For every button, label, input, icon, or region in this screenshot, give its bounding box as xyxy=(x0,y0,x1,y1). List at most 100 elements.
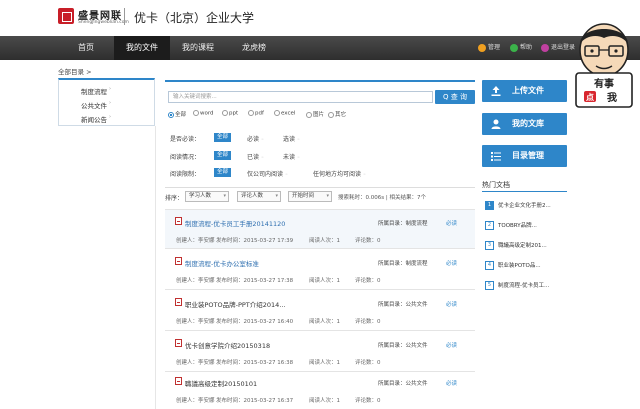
file-type-word[interactable]: word xyxy=(193,110,214,117)
info-icon: ◦ xyxy=(260,137,264,143)
limit-filter-internal[interactable]: 仅公司内阅读 ◦ xyxy=(247,169,288,178)
search-result-info: 搜索耗时：0.006s | 相关结果：7个 xyxy=(338,195,426,201)
read-filter-all[interactable]: 全部 xyxy=(214,151,232,160)
hot-document-item[interactable]: 5 制度流程-优卡员工... xyxy=(485,281,549,290)
list-icon xyxy=(491,152,501,161)
document-title-link[interactable]: 職議高级定制20150101 xyxy=(185,378,257,388)
document-time: 发布时间：2015-03-27 16:40 xyxy=(216,319,294,325)
document-reads: 阅读人次：1 xyxy=(309,238,340,244)
radio-icon xyxy=(222,110,228,116)
radio-checked-icon xyxy=(168,111,174,118)
sort-label: 排序： xyxy=(165,195,184,202)
sidebar-item-news[interactable]: 新闻公告 › xyxy=(81,114,111,124)
help-link[interactable]: 帮助 xyxy=(510,36,532,60)
document-row[interactable]: 职业装POTO品牌-PPT介绍2014... 所属目录：公共文件 必读 创建人：… xyxy=(165,291,475,331)
nav-item-my-files[interactable]: 我的文件 xyxy=(114,36,170,60)
sidebar-item-public-files[interactable]: 公共文件 › xyxy=(81,100,111,110)
document-creator: 创建人：李安娜 xyxy=(176,398,215,404)
pdf-file-icon xyxy=(175,377,182,385)
document-comments: 评论数：0 xyxy=(355,278,381,284)
hot-documents-divider xyxy=(482,191,567,192)
document-row[interactable]: 職議高级定制20150101 所属目录：公共文件 必读 创建人：李安娜 发布时间… xyxy=(165,370,475,409)
rank-badge: 2 xyxy=(485,221,494,230)
read-filter-unread[interactable]: 未读 ◦ xyxy=(283,152,300,161)
file-type-image[interactable]: 图片 xyxy=(306,110,324,118)
radio-icon xyxy=(193,110,199,116)
document-directory: 所属目录：公共文件 xyxy=(378,343,428,349)
file-type-excel[interactable]: excel xyxy=(274,110,295,117)
document-reads: 阅读人次：1 xyxy=(309,360,340,366)
main-nav: 首页 我的文件 我的课程 龙虎榜 管理 帮助 退出登录 xyxy=(0,36,640,60)
radio-icon xyxy=(306,111,312,118)
sort-by-comments-button[interactable]: 评论人数 ▾ xyxy=(237,191,281,202)
document-title-link[interactable]: 制度流程-优卡员工手册20141120 xyxy=(185,218,285,228)
hot-document-item[interactable]: 2 TOOBRY品牌... xyxy=(485,221,537,230)
document-comments: 评论数：0 xyxy=(355,360,381,366)
nav-item-my-courses[interactable]: 我的课程 xyxy=(170,36,226,60)
hot-document-item[interactable]: 3 職議高级定制201... xyxy=(485,241,547,250)
document-row[interactable]: 优卡创意学院介绍20150318 所属目录：公共文件 必读 创建人：李安娜 发布… xyxy=(165,332,475,372)
my-library-button[interactable]: 我的文库 xyxy=(482,113,567,135)
document-time: 发布时间：2015-03-27 17:39 xyxy=(216,238,294,244)
file-type-ppt[interactable]: ppt xyxy=(222,110,238,117)
pdf-file-icon xyxy=(175,339,182,347)
hot-document-item[interactable]: 1 优卡企业文化手册2... xyxy=(485,201,551,210)
info-icon: ◦ xyxy=(362,172,366,178)
contact-mascot-widget[interactable]: 有事 点 我 xyxy=(568,16,640,108)
search-button[interactable]: Q 查 询 xyxy=(435,90,475,104)
chevron-right-icon: › xyxy=(109,86,111,92)
document-row[interactable]: 制度流程-优卡员工手册20141120 所属目录：制度流程 必读 创建人：李安娜… xyxy=(165,209,475,249)
logo-icon[interactable] xyxy=(58,8,74,24)
document-directory: 所属目录：制度流程 xyxy=(378,221,428,227)
search-input[interactable]: 输入关键词搜索... xyxy=(168,91,433,103)
limit-filter-all[interactable]: 全部 xyxy=(214,168,232,177)
document-title-link[interactable]: 优卡创意学院介绍20150318 xyxy=(185,340,270,350)
hot-document-item[interactable]: 4 职业装POTO品... xyxy=(485,261,541,270)
document-required-badge: 必读 xyxy=(446,381,458,387)
rank-badge: 5 xyxy=(485,281,494,290)
sort-caret-icon: ▾ xyxy=(275,193,278,199)
document-directory: 所属目录：公共文件 xyxy=(378,302,428,308)
file-type-all[interactable]: 全部 xyxy=(168,110,186,118)
file-type-other[interactable]: 其它 xyxy=(328,110,346,118)
upload-file-button[interactable]: 上传文件 xyxy=(482,80,567,102)
document-time: 发布时间：2015-03-27 16:38 xyxy=(216,360,294,366)
document-required-badge: 必读 xyxy=(446,302,458,308)
document-comments: 评论数：0 xyxy=(355,238,381,244)
sidebar-item-policies[interactable]: 制度流程 › xyxy=(81,86,111,96)
rank-badge: 3 xyxy=(485,241,494,250)
person-icon xyxy=(491,119,501,129)
breadcrumb[interactable]: 全部目录 > xyxy=(58,66,92,76)
sort-by-learners-button[interactable]: 学习人数 ▾ xyxy=(185,191,229,202)
read-filter-read[interactable]: 已读 ◦ xyxy=(247,152,264,161)
mascot-sign-bottom: 我 xyxy=(607,91,617,104)
directory-manage-button[interactable]: 目录管理 xyxy=(482,145,567,167)
sort-by-time-button[interactable]: 开始时间 ▾ xyxy=(288,191,332,202)
document-row[interactable]: 制度流程-优卡办公室标准 所属目录：制度流程 必读 创建人：李安娜 发布时间：2… xyxy=(165,250,475,290)
hot-documents-title: 热门文档 xyxy=(482,181,510,189)
nav-item-home[interactable]: 首页 xyxy=(58,36,114,60)
document-directory: 所属目录：公共文件 xyxy=(378,381,428,387)
required-filter-required[interactable]: 必读 ◦ xyxy=(247,134,264,143)
file-type-pdf[interactable]: pdf xyxy=(248,110,264,117)
upload-icon xyxy=(491,86,501,96)
limit-filter-anywhere[interactable]: 任何地方均可阅读 ◦ xyxy=(313,169,366,178)
logout-icon xyxy=(541,43,549,52)
required-filter-optional[interactable]: 选读 ◦ xyxy=(283,134,300,143)
nav-item-leaderboard[interactable]: 龙虎榜 xyxy=(226,36,282,60)
pdf-file-icon xyxy=(175,217,182,225)
manage-link[interactable]: 管理 xyxy=(478,36,500,60)
document-required-badge: 必读 xyxy=(446,221,458,227)
mascot-sign-top: 有事 xyxy=(594,77,614,90)
document-time: 发布时间：2015-03-27 16:37 xyxy=(216,398,294,404)
document-creator: 创建人：李安娜 xyxy=(176,278,215,284)
sort-caret-icon: ▾ xyxy=(223,193,226,199)
info-icon: ◦ xyxy=(296,137,300,143)
document-title-link[interactable]: 职业装POTO品牌-PPT介绍2014... xyxy=(185,299,286,309)
required-filter-all[interactable]: 全部 xyxy=(214,133,232,142)
required-filter-label: 是否必读： xyxy=(170,136,201,143)
document-title-link[interactable]: 制度流程-优卡办公室标准 xyxy=(185,258,259,268)
radio-icon xyxy=(274,110,280,116)
mascot-sign-badge: 点 xyxy=(586,92,594,102)
sort-divider xyxy=(165,187,475,188)
